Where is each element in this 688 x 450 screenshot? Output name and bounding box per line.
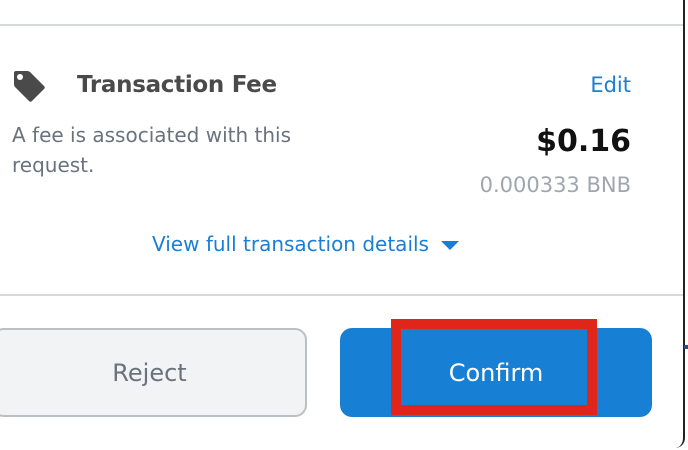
tag-icon — [14, 71, 45, 102]
transaction-fee-title: Transaction Fee — [77, 72, 277, 98]
view-details-link[interactable]: View full transaction details — [152, 232, 459, 256]
divider — [0, 24, 683, 26]
fee-crypto-amount: 0.000333 BNB — [479, 173, 631, 197]
divider — [0, 294, 683, 296]
reject-button[interactable]: Reject — [0, 328, 307, 417]
caret-down-icon — [440, 241, 459, 250]
transaction-panel: Transaction Fee Edit A fee is associated… — [0, 0, 685, 448]
edit-fee-link[interactable]: Edit — [590, 73, 631, 97]
window-edge — [684, 345, 688, 349]
fee-description: A fee is associated with this request. — [12, 123, 292, 177]
view-details-label: View full transaction details — [152, 232, 429, 256]
confirm-button[interactable]: Confirm — [340, 328, 652, 417]
fee-fiat-amount: $0.16 — [536, 124, 631, 159]
